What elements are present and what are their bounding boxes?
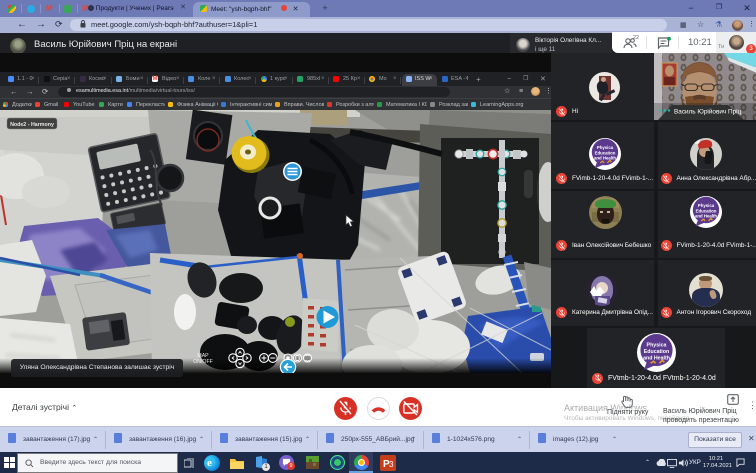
svg-text:Physica: Physica — [646, 342, 666, 348]
svg-text:Василь Юрійович Пріц: Василь Юрійович Пріц — [674, 108, 742, 116]
svg-text:Physica: Physica — [596, 145, 613, 150]
svg-text:Physica: Physica — [698, 203, 715, 208]
svg-text:and Health: and Health — [695, 214, 717, 219]
svg-text:ON/OFF: ON/OFF — [193, 359, 213, 365]
svg-text:Education: Education — [696, 208, 717, 213]
svg-text:Education: Education — [594, 150, 615, 155]
svg-text:Education: Education — [643, 348, 668, 354]
svg-text:and Health: and Health — [643, 355, 670, 361]
svg-text:3: 3 — [389, 460, 394, 469]
svg-text:and Health: and Health — [593, 155, 615, 160]
svg-text:Node2 - Harmony: Node2 - Harmony — [10, 122, 54, 128]
